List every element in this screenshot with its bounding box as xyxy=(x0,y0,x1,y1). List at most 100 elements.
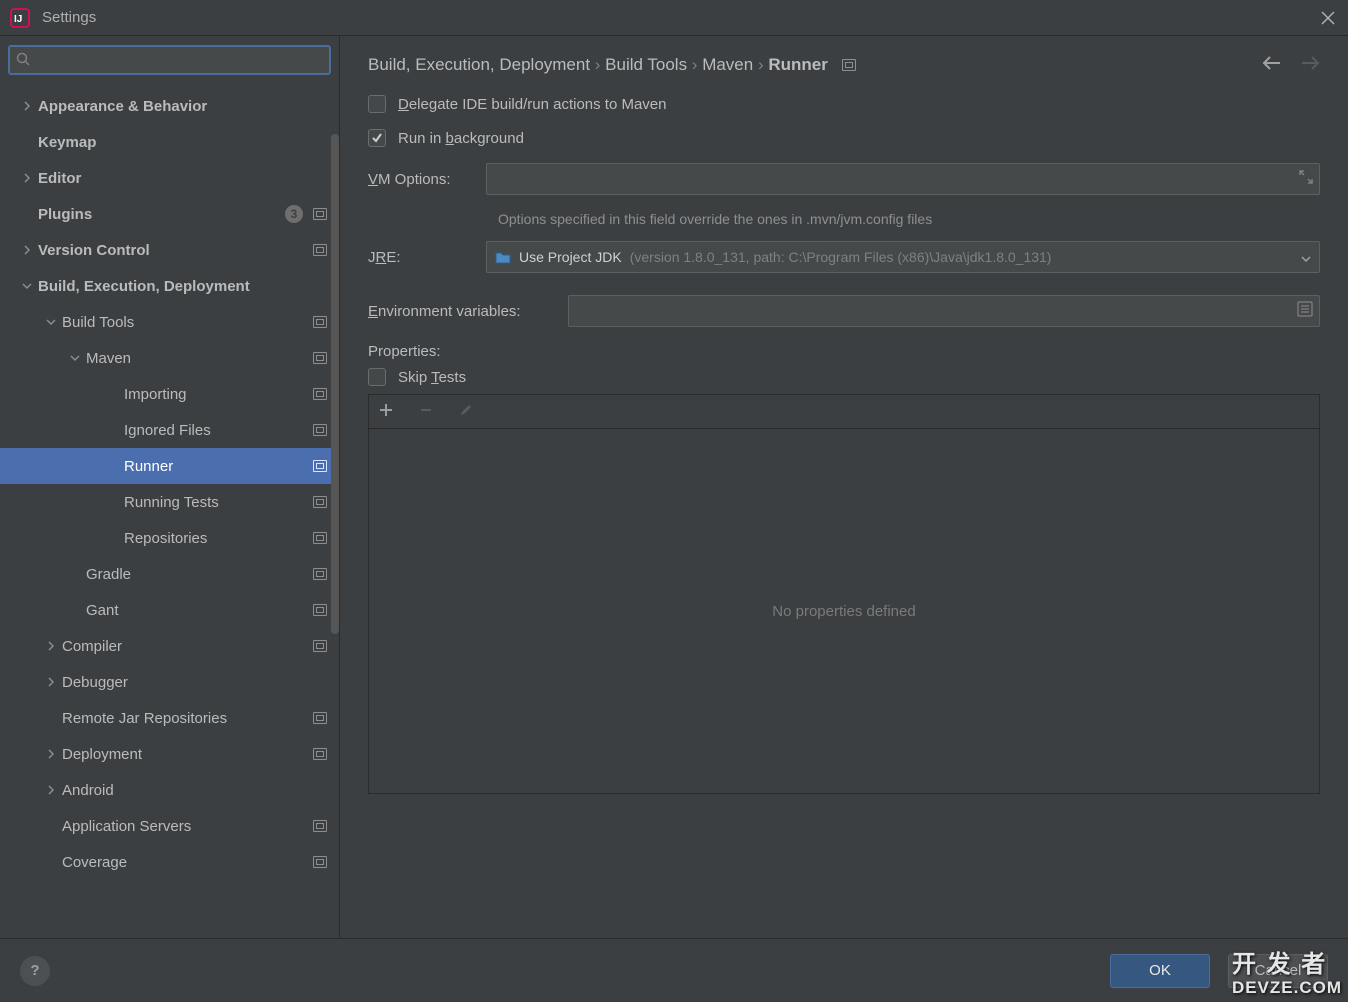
breadcrumb-separator: › xyxy=(753,55,768,74)
scope-icon xyxy=(313,460,327,472)
chevron-icon xyxy=(20,101,34,111)
sidebar-item-remote-jar-repositories[interactable]: Remote Jar Repositories xyxy=(0,700,339,736)
sidebar-item-debugger[interactable]: Debugger xyxy=(0,664,339,700)
sidebar-item-gradle[interactable]: Gradle xyxy=(0,556,339,592)
remove-icon[interactable] xyxy=(419,401,433,422)
window-title: Settings xyxy=(42,9,96,26)
list-icon[interactable] xyxy=(1297,301,1313,322)
background-checkbox[interactable] xyxy=(368,129,386,147)
chevron-icon xyxy=(44,749,58,759)
sidebar-item-android[interactable]: Android xyxy=(0,772,339,808)
expand-icon[interactable] xyxy=(1299,170,1313,187)
vm-options-label: VM Options: xyxy=(368,171,486,188)
properties-table[interactable]: No properties defined xyxy=(368,428,1320,794)
chevron-icon xyxy=(44,641,58,651)
sidebar-item-label: Ignored Files xyxy=(124,422,309,439)
jre-label: JRE: xyxy=(368,249,486,266)
delegate-checkbox[interactable] xyxy=(368,95,386,113)
sidebar-item-importing[interactable]: Importing xyxy=(0,376,339,412)
help-button[interactable]: ? xyxy=(20,956,50,986)
sidebar-item-label: Appearance & Behavior xyxy=(38,98,339,115)
sidebar-item-label: Editor xyxy=(38,170,339,187)
chevron-icon xyxy=(44,677,58,687)
sidebar-item-label: Running Tests xyxy=(124,494,309,511)
close-icon[interactable] xyxy=(1318,8,1338,28)
search-icon xyxy=(16,52,30,69)
sidebar-item-label: Keymap xyxy=(38,134,339,151)
forward-button[interactable] xyxy=(1300,54,1320,75)
sidebar-item-runner[interactable]: Runner xyxy=(0,448,339,484)
sidebar-item-label: Remote Jar Repositories xyxy=(62,710,309,727)
breadcrumb-item: Runner xyxy=(768,55,828,74)
sidebar-item-compiler[interactable]: Compiler xyxy=(0,628,339,664)
sidebar-item-label: Application Servers xyxy=(62,818,309,835)
scope-icon xyxy=(313,820,327,832)
env-vars-label: Environment variables: xyxy=(368,303,568,320)
sidebar-item-running-tests[interactable]: Running Tests xyxy=(0,484,339,520)
chevron-icon xyxy=(44,318,58,326)
sidebar-item-editor[interactable]: Editor xyxy=(0,160,339,196)
chevron-icon xyxy=(20,173,34,183)
properties-toolbar xyxy=(368,394,1320,428)
sidebar-item-appearance-behavior[interactable]: Appearance & Behavior xyxy=(0,88,339,124)
background-label: Run in background xyxy=(398,130,524,147)
sidebar-item-version-control[interactable]: Version Control xyxy=(0,232,339,268)
sidebar-scrollbar[interactable] xyxy=(331,84,339,938)
scope-icon xyxy=(313,712,327,724)
skip-tests-checkbox[interactable] xyxy=(368,368,386,386)
sidebar-item-label: Build, Execution, Deployment xyxy=(38,278,339,295)
sidebar-item-label: Importing xyxy=(124,386,309,403)
ok-button[interactable]: OK xyxy=(1110,954,1210,988)
vm-options-hint: Options specified in this field override… xyxy=(498,211,1320,227)
scope-icon xyxy=(313,388,327,400)
delegate-label: Delegate IDE build/run actions to Maven xyxy=(398,96,667,113)
scope-icon xyxy=(313,604,327,616)
settings-tree: Appearance & Behavior Keymap Editor Plugins… xyxy=(0,84,339,938)
scope-icon xyxy=(313,496,327,508)
env-vars-input[interactable] xyxy=(568,295,1320,327)
sidebar-item-label: Gant xyxy=(86,602,309,619)
scope-icon xyxy=(313,568,327,580)
sidebar-item-label: Runner xyxy=(124,458,309,475)
back-button[interactable] xyxy=(1262,54,1282,75)
vm-options-input[interactable] xyxy=(486,163,1320,195)
sidebar-item-deployment[interactable]: Deployment xyxy=(0,736,339,772)
sidebar-item-ignored-files[interactable]: Ignored Files xyxy=(0,412,339,448)
sidebar-item-maven[interactable]: Maven xyxy=(0,340,339,376)
breadcrumb-item[interactable]: Maven xyxy=(702,55,753,74)
sidebar-item-build-execution-deployment[interactable]: Build, Execution, Deployment xyxy=(0,268,339,304)
sidebar-item-application-servers[interactable]: Application Servers xyxy=(0,808,339,844)
sidebar-item-label: Deployment xyxy=(62,746,309,763)
properties-label: Properties: xyxy=(368,343,1320,360)
sidebar-item-label: Compiler xyxy=(62,638,309,655)
sidebar-item-repositories[interactable]: Repositories xyxy=(0,520,339,556)
plugins-count-badge: 3 xyxy=(285,205,303,223)
watermark: 开 发 者 DEVZE.COM xyxy=(1232,953,1342,996)
scope-icon xyxy=(313,640,327,652)
jre-dropdown[interactable]: Use Project JDK (version 1.8.0_131, path… xyxy=(486,241,1320,273)
sidebar-item-plugins[interactable]: Plugins3 xyxy=(0,196,339,232)
jre-detail: (version 1.8.0_131, path: C:\Program Fil… xyxy=(630,249,1052,265)
breadcrumb-item[interactable]: Build Tools xyxy=(605,55,687,74)
title-bar: IJ Settings xyxy=(0,0,1348,36)
add-icon[interactable] xyxy=(379,401,393,422)
scope-icon xyxy=(313,316,327,328)
edit-icon[interactable] xyxy=(459,401,473,422)
sidebar-item-gant[interactable]: Gant xyxy=(0,592,339,628)
chevron-icon xyxy=(44,785,58,795)
sidebar-item-build-tools[interactable]: Build Tools xyxy=(0,304,339,340)
scope-icon xyxy=(313,748,327,760)
skip-tests-label: Skip Tests xyxy=(398,369,466,386)
search-input[interactable] xyxy=(8,45,331,75)
scope-icon xyxy=(313,208,327,220)
sidebar-item-label: Coverage xyxy=(62,854,309,871)
scope-icon xyxy=(313,532,327,544)
sidebar-item-label: Debugger xyxy=(62,674,339,691)
svg-text:IJ: IJ xyxy=(14,14,22,25)
sidebar-item-coverage[interactable]: Coverage xyxy=(0,844,339,880)
sidebar-item-label: Build Tools xyxy=(62,314,309,331)
breadcrumb-item[interactable]: Build, Execution, Deployment xyxy=(368,55,590,74)
sidebar-item-keymap[interactable]: Keymap xyxy=(0,124,339,160)
content-panel: Build, Execution, Deployment › Build Too… xyxy=(340,36,1348,938)
sidebar-item-label: Gradle xyxy=(86,566,309,583)
